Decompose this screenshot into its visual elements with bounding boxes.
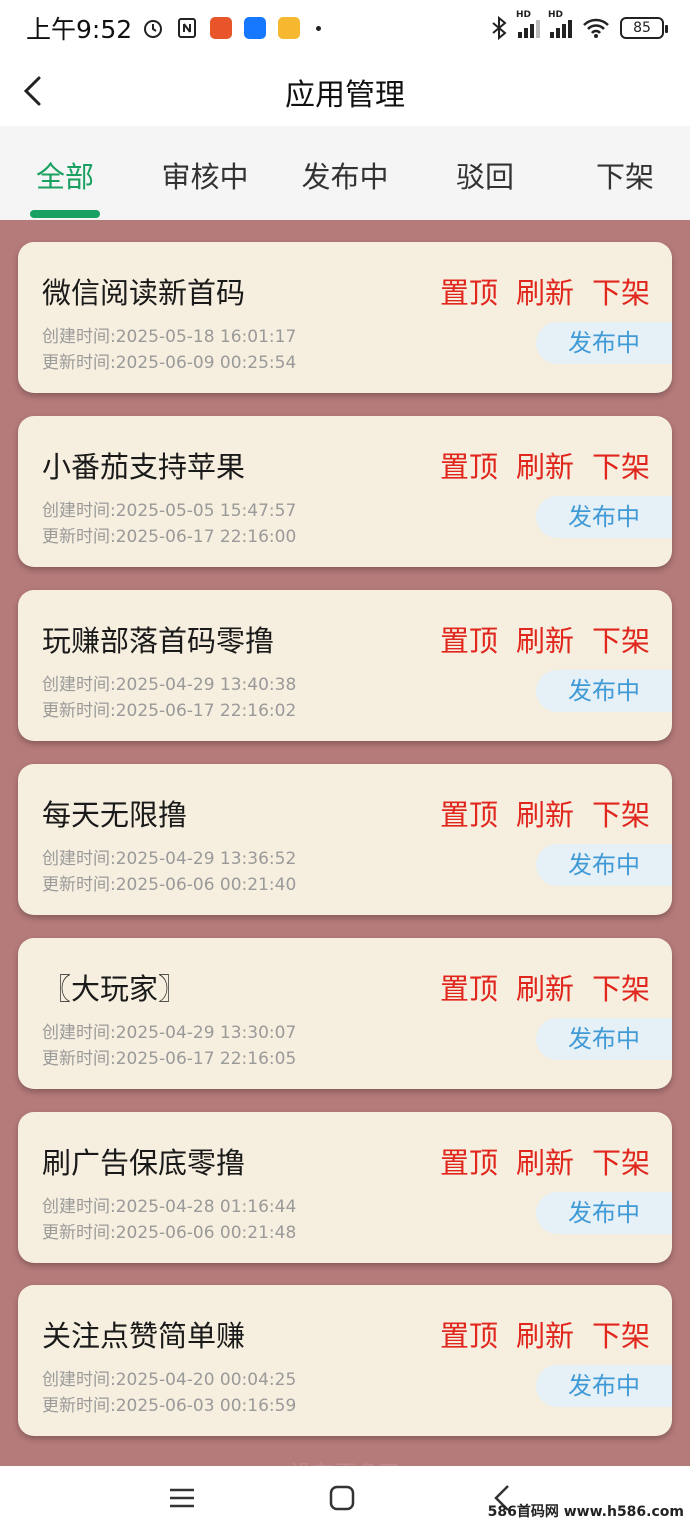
status-badge: 发布中: [536, 322, 672, 364]
pin-button[interactable]: 置顶: [440, 618, 498, 660]
app-card[interactable]: 玩赚部落首码零撸 置顶 刷新 下架 创建时间:2025-04-29 13:40:…: [18, 590, 672, 741]
signal-strength-icon-2: HD: [548, 10, 572, 38]
app-card[interactable]: 微信阅读新首码 置顶 刷新 下架 创建时间:2025-05-18 16:01:1…: [18, 242, 672, 393]
tab-published[interactable]: 发布中: [285, 154, 405, 196]
refresh-button[interactable]: 刷新: [516, 1140, 574, 1182]
signal-strength-icon: HD: [516, 10, 540, 38]
pin-button[interactable]: 置顶: [440, 270, 498, 312]
refresh-button[interactable]: 刷新: [516, 270, 574, 312]
unlist-button[interactable]: 下架: [592, 270, 650, 312]
created-time: 创建时间:2025-05-05 15:47:57: [42, 501, 297, 521]
app-name: 每天无限撸: [42, 798, 188, 832]
pin-button[interactable]: 置顶: [440, 966, 498, 1008]
alipay-icon: [244, 17, 267, 39]
bluetooth-icon: [492, 16, 507, 40]
app-name: 小番茄支持苹果: [42, 450, 246, 484]
tab-all[interactable]: 全部: [5, 154, 125, 196]
updated-time: 更新时间:2025-06-17 22:16:05: [42, 1049, 297, 1069]
created-time: 创建时间:2025-04-29 13:36:52: [42, 849, 297, 869]
nfc-icon: [178, 18, 197, 38]
updated-time: 更新时间:2025-06-09 00:25:54: [42, 353, 297, 373]
system-nav-bar: 586首码网 www.h586.com: [0, 1466, 690, 1527]
status-badge: 发布中: [536, 1365, 672, 1407]
pin-button[interactable]: 置顶: [440, 1313, 498, 1355]
tab-reviewing[interactable]: 审核中: [145, 154, 265, 196]
pin-button[interactable]: 置顶: [440, 444, 498, 486]
status-badge: 发布中: [536, 670, 672, 712]
created-time: 创建时间:2025-04-28 01:16:44: [42, 1197, 297, 1217]
unlist-button[interactable]: 下架: [592, 1313, 650, 1355]
no-more-hint: 没有更多了: [0, 1456, 690, 1466]
refresh-button[interactable]: 刷新: [516, 444, 574, 486]
alarm-icon: [144, 20, 163, 38]
app-notification-icon: [210, 17, 233, 39]
pin-button[interactable]: 置顶: [440, 792, 498, 834]
app-header: 应用管理: [0, 56, 690, 126]
tab-bar: 全部 审核中 发布中 驳回 下架: [0, 126, 690, 220]
app-name: 〖大玩家〗: [42, 972, 188, 1006]
refresh-button[interactable]: 刷新: [516, 1313, 574, 1355]
wifi-icon: [583, 18, 609, 38]
unlist-button[interactable]: 下架: [592, 618, 650, 660]
updated-time: 更新时间:2025-06-03 00:16:59: [42, 1396, 297, 1416]
app-name: 刷广告保底零撸: [42, 1146, 246, 1180]
unlist-button[interactable]: 下架: [592, 1140, 650, 1182]
status-bar: 上午9:52 HD HD 85: [0, 0, 690, 56]
refresh-button[interactable]: 刷新: [516, 792, 574, 834]
refresh-button[interactable]: 刷新: [516, 966, 574, 1008]
unlist-button[interactable]: 下架: [592, 792, 650, 834]
created-time: 创建时间:2025-04-20 00:04:25: [42, 1370, 297, 1390]
tab-unlisted[interactable]: 下架: [565, 154, 685, 196]
updated-time: 更新时间:2025-06-06 00:21:48: [42, 1223, 297, 1243]
app-card[interactable]: 刷广告保底零撸 置顶 刷新 下架 创建时间:2025-04-28 01:16:4…: [18, 1112, 672, 1263]
app-list[interactable]: 微信阅读新首码 置顶 刷新 下架 创建时间:2025-05-18 16:01:1…: [0, 220, 690, 1466]
notes-app-icon: [278, 17, 301, 39]
menu-button[interactable]: [162, 1478, 202, 1518]
status-time: 上午9:52: [26, 15, 133, 44]
more-notifications-dot: [316, 25, 322, 31]
updated-time: 更新时间:2025-06-17 22:16:02: [42, 701, 297, 721]
home-icon: [329, 1485, 355, 1511]
home-button[interactable]: [322, 1478, 362, 1518]
app-name: 玩赚部落首码零撸: [42, 624, 275, 658]
status-badge: 发布中: [536, 844, 672, 886]
unlist-button[interactable]: 下架: [592, 444, 650, 486]
updated-time: 更新时间:2025-06-06 00:21:40: [42, 875, 297, 895]
pin-button[interactable]: 置顶: [440, 1140, 498, 1182]
page-title: 应用管理: [285, 78, 405, 113]
battery-icon: 85: [620, 17, 668, 39]
unlist-button[interactable]: 下架: [592, 966, 650, 1008]
tab-rejected[interactable]: 驳回: [425, 154, 545, 196]
refresh-button[interactable]: 刷新: [516, 618, 574, 660]
status-badge: 发布中: [536, 496, 672, 538]
created-time: 创建时间:2025-04-29 13:40:38: [42, 675, 297, 695]
created-time: 创建时间:2025-05-18 16:01:17: [42, 327, 297, 347]
watermark: 586首码网 www.h586.com: [487, 1504, 684, 1520]
app-name: 关注点赞简单赚: [42, 1319, 246, 1353]
status-badge: 发布中: [536, 1018, 672, 1060]
created-time: 创建时间:2025-04-29 13:30:07: [42, 1023, 297, 1043]
app-card[interactable]: 小番茄支持苹果 置顶 刷新 下架 创建时间:2025-05-05 15:47:5…: [18, 416, 672, 567]
menu-icon: [170, 1488, 194, 1508]
tab-active-indicator: [30, 210, 100, 218]
updated-time: 更新时间:2025-06-17 22:16:00: [42, 527, 297, 547]
status-badge: 发布中: [536, 1192, 672, 1234]
app-card[interactable]: 关注点赞简单赚 置顶 刷新 下架 创建时间:2025-04-20 00:04:2…: [18, 1285, 672, 1436]
app-card[interactable]: 每天无限撸 置顶 刷新 下架 创建时间:2025-04-29 13:36:52 …: [18, 764, 672, 915]
app-name: 微信阅读新首码: [42, 276, 246, 310]
app-card[interactable]: 〖大玩家〗 置顶 刷新 下架 创建时间:2025-04-29 13:30:07 …: [18, 938, 672, 1089]
